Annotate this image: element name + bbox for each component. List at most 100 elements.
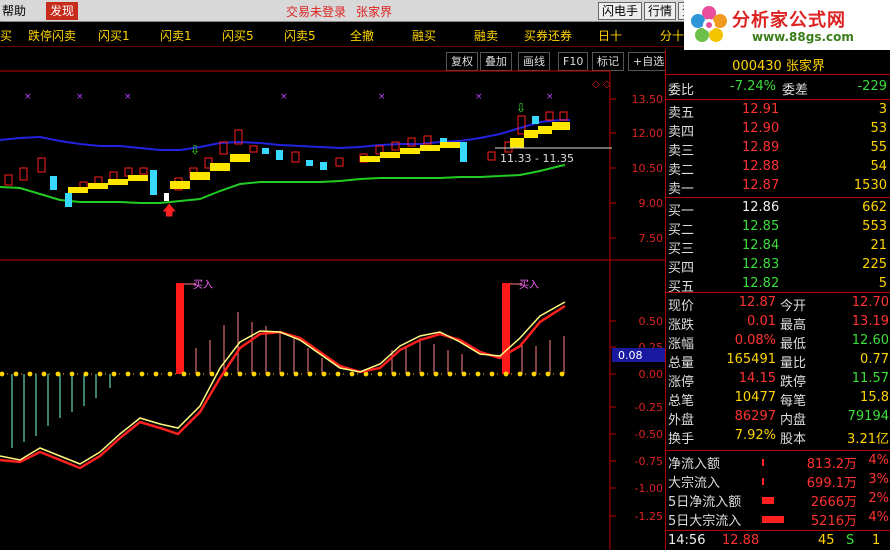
zero-dot [209, 371, 215, 377]
toolbar-flash-sell-1[interactable]: 闪卖1 [160, 28, 192, 44]
indicator-tick-label: -1.00 [635, 482, 663, 495]
ask-volume: 1530 [853, 178, 887, 193]
toolbar-flash-buy-5[interactable]: 闪买5 [222, 28, 254, 44]
stat-label: 涨停 [668, 375, 695, 390]
stat-label: 最高 [780, 318, 807, 333]
quote-button[interactable]: 行情 [644, 2, 677, 20]
menubar-stock-name: 张家界 [356, 5, 393, 19]
indicator-tick-label: 0.50 [639, 315, 664, 328]
toolbar-day-plus[interactable]: 日十 [598, 28, 622, 44]
bid-row[interactable]: 买一 12.86 662 [666, 200, 890, 219]
trade-toolbar: 买 跌停闪卖 闪买1 闪卖1 闪买5 闪卖5 全撤 融买 融卖 买券还券 日十 … [0, 25, 684, 47]
toolbar-margin-buy[interactable]: 融买 [412, 28, 436, 44]
bid-volume: 553 [862, 219, 887, 234]
stat-label: 涨幅 [668, 337, 695, 352]
candlesticks [4, 111, 568, 207]
fund-flow-label: 净流入额 [668, 457, 721, 472]
toolbar-cancel-all[interactable]: 全撤 [350, 28, 374, 44]
ask-volume: 3 [878, 102, 887, 117]
stat-row: 涨跌 0.01 最高 13.19 [666, 314, 890, 333]
diamond-icon: ◇ [592, 79, 600, 90]
menu-help[interactable]: 帮助 [0, 2, 30, 20]
ask-row[interactable]: 卖五 12.91 3 [666, 102, 890, 121]
stat-value: 13.19 [851, 314, 889, 329]
stock-code[interactable]: 000430 [732, 59, 782, 74]
stock-name[interactable]: 张家界 [786, 59, 825, 74]
toolbar-flash-sell-5[interactable]: 闪卖5 [284, 28, 316, 44]
zero-dot [237, 371, 243, 377]
login-status[interactable]: 交易未登录 [286, 3, 346, 20]
ask-row[interactable]: 卖三 12.89 55 [666, 140, 890, 159]
logo-url[interactable]: www.88gs.com [752, 30, 854, 44]
fund-flow-bar [762, 497, 774, 504]
zero-dot [83, 371, 89, 377]
zero-dot [461, 371, 467, 377]
zero-dot [251, 371, 257, 377]
stat-label: 量比 [780, 356, 807, 371]
zero-dot [111, 371, 117, 377]
bid-row[interactable]: 买二 12.85 553 [666, 219, 890, 238]
stat-label: 外盘 [668, 413, 695, 428]
svg-text:×: × [24, 92, 32, 102]
bid-label: 买三 [668, 242, 695, 257]
bid-price: 12.83 [742, 257, 780, 272]
zero-dot [153, 371, 159, 377]
stat-value: 165491 [726, 352, 776, 367]
zero-dot [391, 371, 397, 377]
fund-flow-row: 净流入额 813.2万 4% [666, 453, 890, 472]
bid-volume: 662 [862, 200, 887, 215]
indicator-tick-label: -1.25 [635, 510, 663, 523]
svg-text:×: × [378, 92, 386, 102]
buy-signal-label: 买入 [193, 279, 213, 291]
ask-row[interactable]: 卖四 12.90 53 [666, 121, 890, 140]
zero-dot [0, 371, 5, 377]
stat-value: 14.15 [738, 371, 776, 386]
site-logo: 分析家公式网 www.88gs.com [684, 0, 890, 50]
ask-price: 12.91 [742, 102, 780, 117]
menu-discover[interactable]: 发现 [46, 2, 79, 20]
weicha-value: -229 [857, 79, 887, 94]
price-axis: 13.50 12.00 10.50 9.00 7.50 [610, 93, 663, 245]
stat-label: 总笔 [668, 394, 695, 409]
bid-label: 买二 [668, 223, 695, 238]
zero-dot [41, 371, 47, 377]
stat-row: 总量 165491 量比 0.77 [666, 352, 890, 371]
zero-dot [517, 371, 523, 377]
stat-row: 涨幅 0.08% 最低 12.60 [666, 333, 890, 352]
svg-text:×: × [280, 92, 288, 102]
fund-flow-percent: 4% [868, 453, 889, 468]
main-indicator-line [0, 301, 566, 465]
flash-trade-button[interactable]: 闪电手 [598, 2, 643, 20]
bid-row[interactable]: 买三 12.84 21 [666, 238, 890, 257]
tick-row: 14:56 12.88 45 S 1 [666, 530, 890, 550]
stat-value: 0.77 [860, 352, 889, 367]
fund-flow-label: 5日大宗流入 [668, 514, 742, 529]
toolbar-buy-return[interactable]: 买券还券 [524, 28, 572, 44]
indicator-tick-label: -0.75 [635, 455, 663, 468]
lower-band-line [0, 164, 566, 204]
toolbar-flash-buy-1[interactable]: 闪买1 [98, 28, 130, 44]
stat-label: 今开 [780, 299, 807, 314]
stat-label: 现价 [668, 299, 695, 314]
zero-dot [181, 371, 187, 377]
toolbar-limit-down-sell[interactable]: 跌停闪卖 [28, 28, 76, 44]
toolbar-margin-sell[interactable]: 融卖 [474, 28, 498, 44]
fund-flow-bar [762, 516, 784, 523]
indicator-axis: 0.50 0.25 0.00 -0.25 -0.50 -0.75 -1.00 -… [610, 315, 663, 523]
fund-flow-bar [762, 478, 764, 485]
bid-row[interactable]: 买四 12.83 225 [666, 257, 890, 276]
bid-volume: 5 [878, 276, 887, 291]
weibi-row: 委比 -7.24% 委差 -229 [666, 79, 890, 98]
ask-row[interactable]: 卖一 12.87 1530 [666, 178, 890, 197]
bid-label: 买四 [668, 261, 695, 276]
chart-area[interactable]: 13.50 12.00 10.50 9.00 7.50 ◇ ◇ × × × × × ×… [0, 50, 665, 550]
toolbar-buy[interactable]: 买 [0, 28, 12, 44]
signal-line [0, 304, 566, 470]
svg-text:×: × [124, 92, 132, 102]
toolbar-minute-plus[interactable]: 分十 [660, 28, 684, 44]
stat-label: 每笔 [780, 394, 807, 409]
stat-value: 11.57 [851, 371, 889, 386]
fund-flow-percent: 2% [868, 491, 889, 506]
ask-row[interactable]: 卖二 12.88 54 [666, 159, 890, 178]
zero-dot [489, 371, 495, 377]
